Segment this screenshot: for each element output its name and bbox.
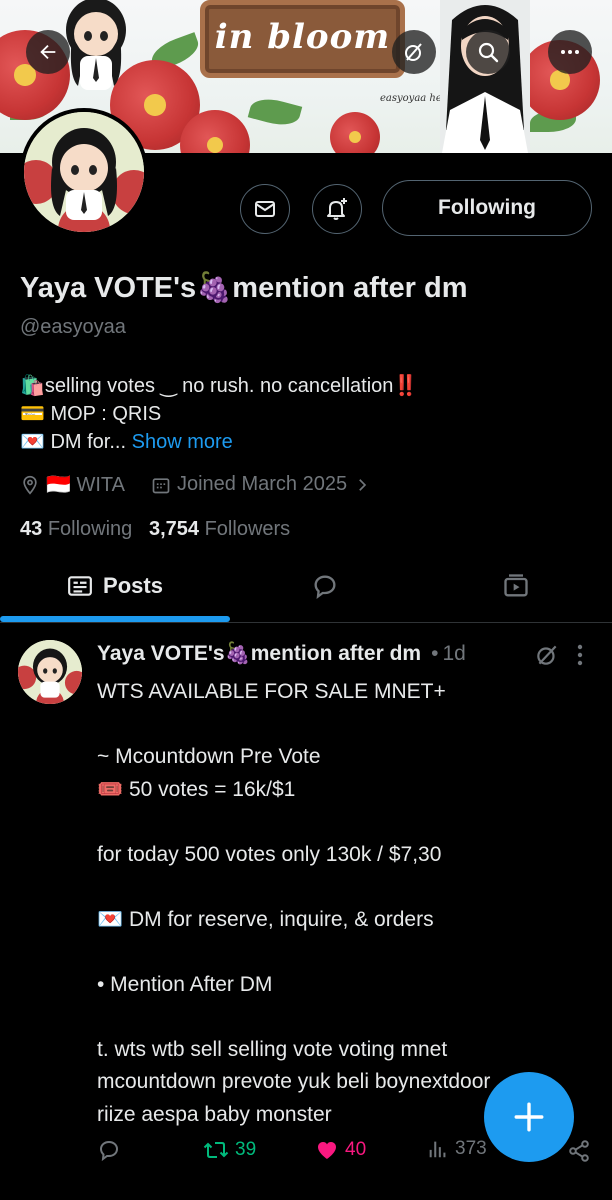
- grape-emoji: 🍇: [196, 270, 233, 304]
- profile-tabs: Posts: [0, 556, 612, 624]
- avatar-chibi: [18, 640, 82, 704]
- banner-flower: [330, 112, 380, 153]
- banner-leaf: [247, 93, 303, 131]
- post-line: [97, 871, 577, 904]
- post-line: WTS AVAILABLE FOR SALE MNET+: [97, 680, 446, 703]
- mute-icon: [405, 43, 422, 61]
- views-action[interactable]: 373: [427, 1138, 487, 1160]
- following-button[interactable]: Following: [382, 180, 592, 236]
- followers-label: Followers: [204, 518, 291, 540]
- post-author-text: Yaya VOTE's: [97, 642, 225, 665]
- post-text: WTS AVAILABLE FOR SALE MNET+ ~ Mcountdown…: [97, 676, 577, 1131]
- following-count: 43: [20, 518, 43, 540]
- compose-button[interactable]: [484, 1072, 574, 1162]
- calendar-icon: [152, 477, 170, 493]
- bio-line-text: DM for...: [50, 431, 127, 453]
- bio-line: 💳 MOP : QRIS: [20, 400, 418, 428]
- notifications-button[interactable]: [312, 184, 362, 234]
- followers-count: 3,754: [148, 518, 200, 540]
- banner-photo: [440, 0, 530, 153]
- post-line: t. wts wtb sell selling vote voting mnet: [97, 1037, 448, 1061]
- posts-icon: [68, 576, 92, 596]
- post-line: [97, 709, 577, 742]
- post-line: ~ Mcountdown Pre Vote: [97, 745, 321, 768]
- tabs-divider: [0, 622, 612, 623]
- profile-name: Yaya VOTE's🍇mention after dm: [20, 270, 468, 305]
- views-count: 373: [455, 1138, 487, 1159]
- profile-meta: 🇮🇩 WITA Joined March 2025: [20, 472, 397, 497]
- more-icon: [561, 50, 579, 54]
- post-more-icon[interactable]: [570, 642, 590, 668]
- banner-sign-text: in bloom: [214, 17, 391, 57]
- retweet-icon: [203, 1142, 229, 1158]
- bio-line-text: selling votes ‿ no rush. no cancellation…: [44, 375, 419, 397]
- bell-plus-icon: [327, 198, 347, 220]
- bio-line-text: MOP : QRIS: [50, 403, 162, 425]
- tab-posts[interactable]: Posts: [0, 556, 230, 616]
- tab-media[interactable]: [420, 556, 612, 616]
- media-icon: [504, 574, 528, 597]
- joined-text: Joined March 2025: [176, 473, 348, 495]
- location-text: 🇮🇩 WITA: [46, 474, 125, 496]
- profile-stats: 43 Following 3,754 Followers: [20, 518, 290, 541]
- like-count: 40: [345, 1139, 367, 1160]
- chevron-right-icon: [359, 478, 367, 491]
- arrow-left-icon: [40, 44, 56, 60]
- post-line: 💌 DM for reserve, inquire, & orders: [97, 907, 434, 931]
- profile-name-suffix: mention after dm: [232, 272, 468, 304]
- profile-bio: 🛍️selling votes ‿ no rush. no cancellati…: [20, 372, 418, 456]
- post-author-avatar[interactable]: [18, 640, 82, 704]
- share-icon[interactable]: [567, 1139, 591, 1163]
- search-button[interactable]: [466, 30, 510, 74]
- retweet-count: 39: [235, 1139, 257, 1160]
- grok-icon[interactable]: [534, 642, 560, 668]
- post-author-suffix: mention after dm: [250, 642, 422, 665]
- show-more-link[interactable]: Show more: [132, 431, 233, 453]
- tab-posts-label: Posts: [103, 573, 163, 598]
- credit-card-emoji: 💳: [20, 401, 45, 425]
- more-button[interactable]: [548, 30, 592, 74]
- profile-name-text: Yaya VOTE's: [20, 272, 197, 304]
- location-pin-icon: [23, 475, 37, 495]
- profile-handle: @easyoyaa: [20, 316, 126, 338]
- shopping-bag-emoji: 🛍️: [20, 373, 45, 397]
- mute-button[interactable]: [392, 30, 436, 74]
- bio-line: 🛍️selling votes ‿ no rush. no cancellati…: [20, 372, 418, 400]
- post-time[interactable]: 1d: [442, 642, 465, 666]
- profile-avatar[interactable]: [20, 108, 148, 236]
- post-line: • Mention After DM: [97, 972, 273, 996]
- envelope-icon: [255, 201, 275, 217]
- separator-dot: •: [431, 641, 439, 665]
- grape-emoji: 🍇: [224, 641, 251, 665]
- retweet-action[interactable]: 39: [203, 1138, 256, 1162]
- reply-icon: [314, 575, 336, 600]
- joined-date[interactable]: Joined March 2025: [151, 473, 371, 496]
- post-line: [97, 1001, 577, 1034]
- post-header: Yaya VOTE's🍇mention after dm • 1d: [97, 641, 466, 666]
- avatar-chibi: [24, 112, 144, 232]
- post-line: [97, 806, 577, 839]
- love-letter-emoji: 💌: [20, 429, 45, 453]
- message-button[interactable]: [240, 184, 290, 234]
- post-line: [97, 936, 577, 969]
- banner-sign: in bloom: [200, 0, 405, 78]
- location: 🇮🇩 WITA: [20, 472, 125, 497]
- plus-icon: [514, 1102, 544, 1132]
- post-line: for today 500 votes only 130k / $7,30: [97, 842, 442, 866]
- following-stat[interactable]: 43 Following: [20, 518, 132, 540]
- search-icon: [478, 42, 499, 63]
- reply-icon: [99, 1140, 119, 1162]
- following-label: Following: [47, 518, 133, 540]
- tab-replies[interactable]: [230, 556, 420, 616]
- bio-line: 💌 DM for... Show more: [20, 428, 418, 456]
- like-action[interactable]: 40: [315, 1138, 366, 1162]
- post-line: 🎟️ 50 votes = 16k/$1: [97, 777, 296, 801]
- avatar: [24, 112, 144, 232]
- followers-stat[interactable]: 3,754 Followers: [149, 518, 290, 540]
- views-icon: [429, 1141, 446, 1158]
- post-author-name[interactable]: Yaya VOTE's🍇mention after dm: [97, 641, 421, 666]
- reply-action[interactable]: [97, 1138, 121, 1162]
- heart-icon: [318, 1142, 336, 1159]
- back-button[interactable]: [26, 30, 70, 74]
